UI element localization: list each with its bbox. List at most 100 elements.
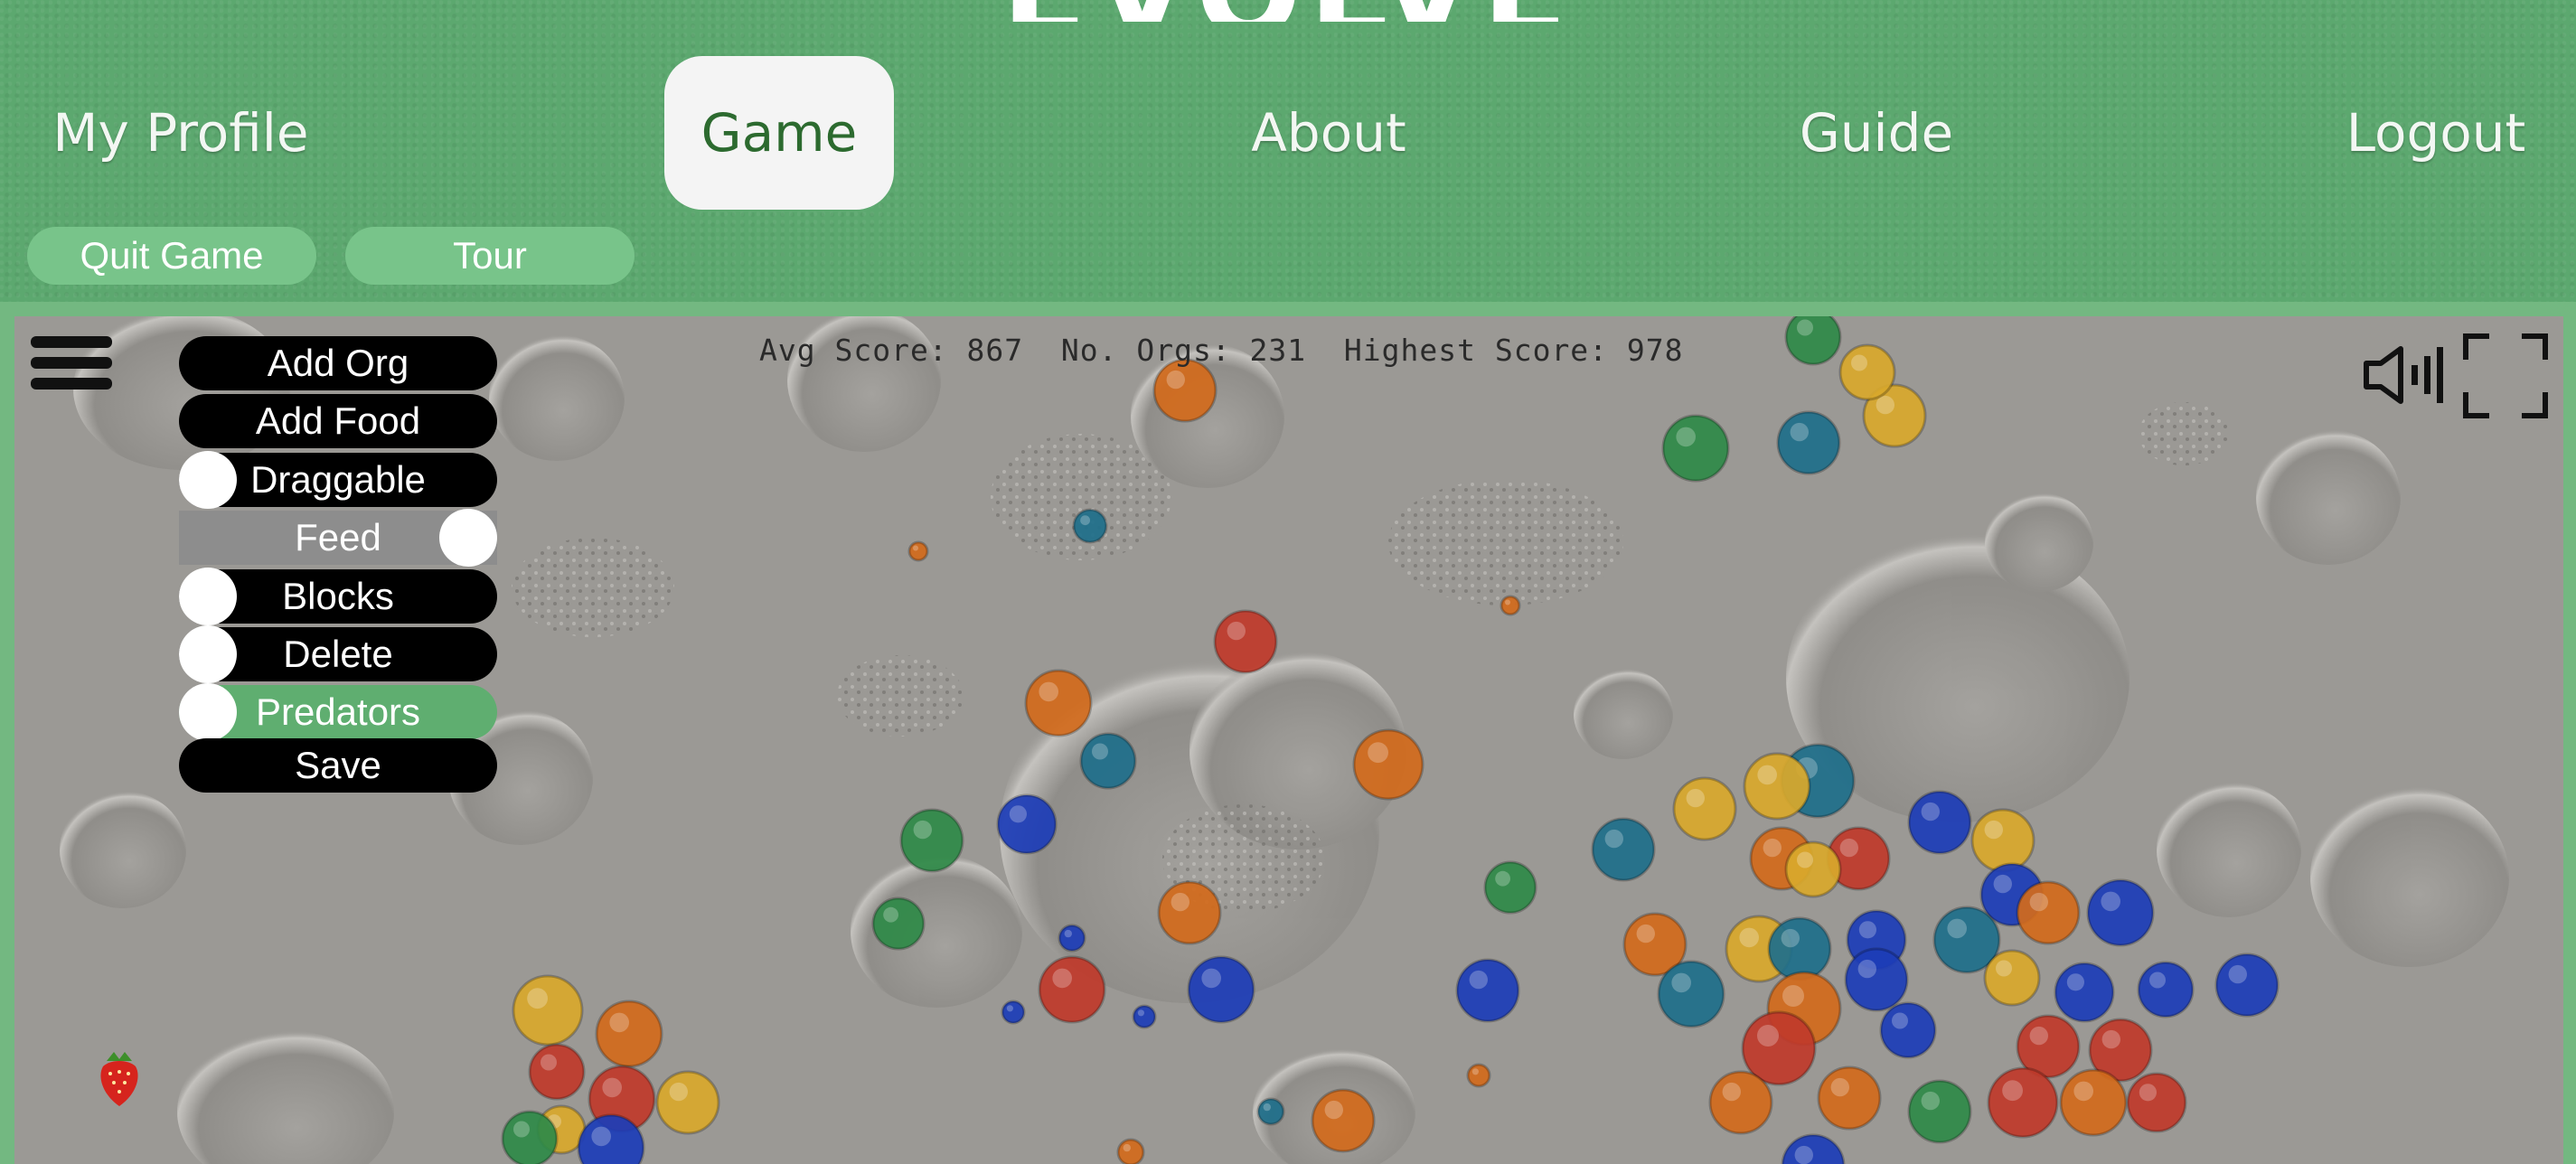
organism[interactable] xyxy=(1500,595,1521,616)
organism[interactable] xyxy=(1116,1138,1145,1164)
organism[interactable] xyxy=(1213,609,1278,674)
organism[interactable] xyxy=(2137,961,2195,1018)
organism[interactable] xyxy=(1657,960,1725,1028)
draggable-toggle[interactable]: Draggable xyxy=(179,451,497,509)
organism[interactable] xyxy=(1038,955,1106,1024)
organism-highlight xyxy=(1368,742,1388,764)
organism[interactable] xyxy=(512,974,584,1047)
organism[interactable] xyxy=(1311,1088,1376,1153)
organism-highlight xyxy=(1170,892,1190,912)
add-org-button[interactable]: Add Org xyxy=(179,336,497,390)
organism[interactable] xyxy=(907,540,929,562)
organism-highlight xyxy=(1858,921,1876,939)
organism-highlight xyxy=(1947,918,1967,939)
organism[interactable] xyxy=(1879,1001,1937,1059)
feed-toggle[interactable]: Feed xyxy=(179,509,497,567)
organism-highlight xyxy=(1892,1012,1908,1029)
nav-my-profile[interactable]: My Profile xyxy=(36,56,325,210)
organism-highlight xyxy=(1471,1068,1479,1075)
add-org-label: Add Org xyxy=(267,342,409,384)
nav-game[interactable]: Game xyxy=(664,56,894,210)
organism[interactable] xyxy=(1907,790,1972,855)
organism[interactable] xyxy=(1187,955,1255,1024)
organism[interactable] xyxy=(528,1043,586,1101)
organism[interactable] xyxy=(2054,962,2115,1023)
organism[interactable] xyxy=(1152,358,1217,423)
organism[interactable] xyxy=(1784,840,1842,898)
organism[interactable] xyxy=(1743,752,1811,821)
organism-highlight xyxy=(1876,395,1894,415)
organism[interactable] xyxy=(1466,1063,1491,1088)
organism[interactable] xyxy=(1072,508,1108,544)
organism[interactable] xyxy=(1024,669,1093,737)
predators-toggle[interactable]: Predators xyxy=(179,683,497,741)
organism[interactable] xyxy=(1256,1097,1285,1126)
nav-guide[interactable]: Guide xyxy=(1777,56,1976,210)
organism[interactable] xyxy=(655,1070,720,1135)
organism[interactable] xyxy=(2086,878,2155,947)
menu-icon[interactable] xyxy=(31,336,112,396)
blocks-toggle[interactable]: Blocks xyxy=(179,568,497,625)
organism-highlight xyxy=(1039,681,1058,702)
organism[interactable] xyxy=(1157,880,1222,945)
organism[interactable] xyxy=(1483,860,1537,915)
organism[interactable] xyxy=(1817,1065,1882,1131)
organism[interactable] xyxy=(1001,1000,1026,1025)
speaker-icon[interactable] xyxy=(2361,343,2444,407)
organism[interactable] xyxy=(1907,1079,1972,1144)
organism[interactable] xyxy=(1983,949,2041,1007)
organism[interactable] xyxy=(1661,414,1730,483)
nav-about[interactable]: About xyxy=(1229,56,1428,210)
organism[interactable] xyxy=(899,808,964,873)
organism-highlight xyxy=(1797,851,1813,868)
organism-highlight xyxy=(1469,970,1489,990)
organism-highlight xyxy=(2228,964,2247,984)
organism[interactable] xyxy=(2126,1072,2187,1133)
organism-highlight xyxy=(1686,788,1706,808)
organism[interactable] xyxy=(1776,410,1841,475)
delete-toggle[interactable]: Delete xyxy=(179,625,497,683)
organism-highlight xyxy=(1676,427,1696,447)
organism-highlight xyxy=(1993,874,2012,894)
organism[interactable] xyxy=(1784,316,1842,366)
organism-highlight xyxy=(913,820,932,840)
organism[interactable] xyxy=(996,793,1058,855)
organism[interactable] xyxy=(1844,947,1909,1012)
organism-highlight xyxy=(1739,927,1759,948)
add-food-button[interactable]: Add Food xyxy=(179,394,497,448)
organism[interactable] xyxy=(1079,732,1137,790)
game-canvas[interactable]: Avg Score: 867 No. Orgs: 231 Highest Sco… xyxy=(14,316,2563,1164)
organism[interactable] xyxy=(1672,776,1737,841)
organism-highlight xyxy=(1921,802,1940,821)
tour-button[interactable]: Tour xyxy=(345,227,635,285)
organism[interactable] xyxy=(595,1000,663,1068)
organism[interactable] xyxy=(1058,924,1086,953)
organism[interactable] xyxy=(1132,1004,1157,1029)
organism[interactable] xyxy=(2016,880,2081,945)
save-button[interactable]: Save xyxy=(179,738,497,793)
blocks-label: Blocks xyxy=(282,575,394,617)
delete-label: Delete xyxy=(283,633,393,675)
quit-game-button[interactable]: Quit Game xyxy=(27,227,316,285)
organism[interactable] xyxy=(2214,953,2280,1018)
organism[interactable] xyxy=(1987,1066,2059,1139)
organism[interactable] xyxy=(1455,958,1520,1023)
organism[interactable] xyxy=(1970,808,2035,873)
organism-highlight xyxy=(1080,515,1090,526)
organism-highlight xyxy=(2101,891,2120,912)
organism[interactable] xyxy=(1708,1070,1773,1135)
predators-label: Predators xyxy=(255,690,421,733)
organism-highlight xyxy=(1227,621,1246,641)
toggle-knob xyxy=(179,451,237,509)
organism-highlight xyxy=(2029,892,2048,912)
organism[interactable] xyxy=(2059,1068,2128,1137)
organism[interactable] xyxy=(1767,916,1832,981)
organism[interactable] xyxy=(501,1110,559,1164)
organism[interactable] xyxy=(871,896,926,951)
fullscreen-icon[interactable] xyxy=(2462,333,2549,419)
organism[interactable] xyxy=(1352,728,1424,801)
organism[interactable] xyxy=(1838,343,1896,401)
organism-highlight xyxy=(2101,1029,2120,1049)
organism[interactable] xyxy=(1591,817,1656,882)
nav-logout[interactable]: Logout xyxy=(2332,56,2540,210)
